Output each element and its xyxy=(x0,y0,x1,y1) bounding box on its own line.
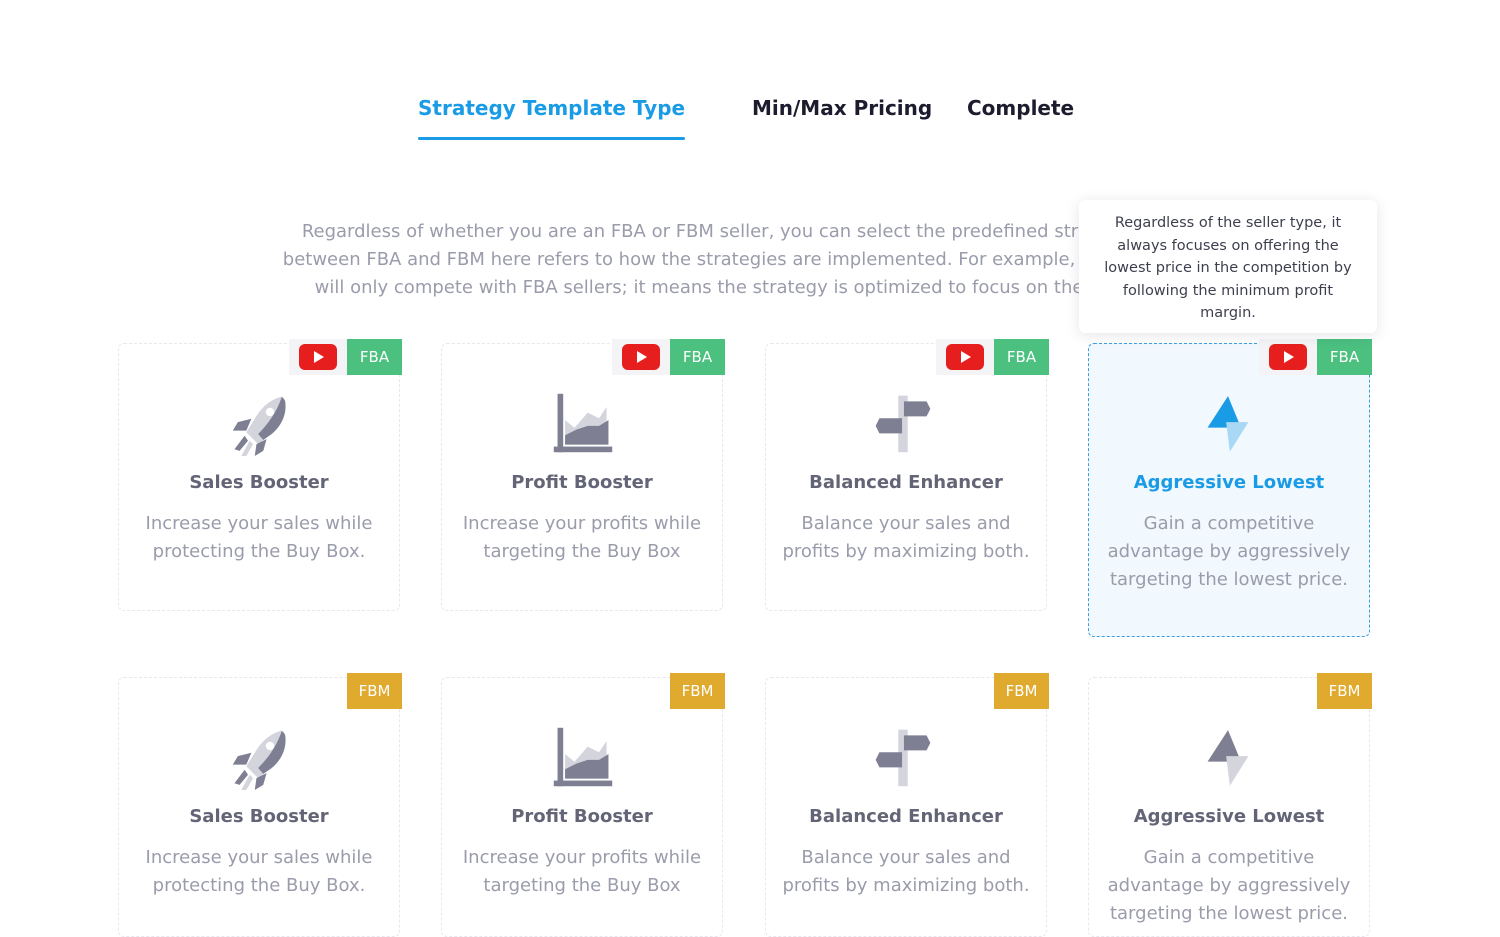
signpost-icon xyxy=(875,395,931,453)
tab-label: Strategy Template Type xyxy=(418,96,686,120)
strategy-card-sales-booster-fba[interactable]: FBA Sales Booster Increase your sales wh… xyxy=(118,339,402,611)
lightning-icon xyxy=(1207,730,1249,786)
strategy-card-profit-booster-fbm[interactable]: FBM Profit Booster Increase your profits… xyxy=(441,673,725,937)
strategy-card-balanced-enhancer-fbm[interactable]: FBM Balanced Enhancer Balance your sales… xyxy=(765,673,1049,937)
area-chart-icon xyxy=(553,727,613,787)
card-title: Profit Booster xyxy=(511,806,653,827)
card-title: Aggressive Lowest xyxy=(1133,472,1325,493)
rocket-icon xyxy=(232,730,286,790)
video-tutorial-button[interactable] xyxy=(1259,339,1317,375)
card-title: Sales Booster xyxy=(189,472,329,493)
fulfillment-badge: FBA xyxy=(347,339,402,375)
rocket-icon xyxy=(232,396,286,456)
card-title: Balanced Enhancer xyxy=(809,806,1003,827)
card-description: Increase your sales while protecting the… xyxy=(145,513,373,562)
card-title: Sales Booster xyxy=(189,806,329,827)
area-chart-icon xyxy=(553,393,613,453)
fulfillment-badge: FBM xyxy=(347,673,402,709)
fulfillment-badge: FBM xyxy=(670,673,725,709)
card-title: Profit Booster xyxy=(511,472,653,493)
step-tabs: Strategy Template Type Min/Max Pricing C… xyxy=(0,96,1500,146)
tab-min-max-pricing[interactable]: Min/Max Pricing xyxy=(752,96,932,130)
card-description: Gain a competitive advantage by aggressi… xyxy=(1107,847,1351,924)
youtube-icon xyxy=(946,344,984,370)
tab-label: Min/Max Pricing xyxy=(752,96,933,120)
tab-complete[interactable]: Complete xyxy=(967,96,1074,130)
card-title: Aggressive Lowest xyxy=(1133,806,1325,827)
fulfillment-badge: FBM xyxy=(1317,673,1372,709)
fulfillment-badge: FBA xyxy=(994,339,1049,375)
strategy-card-aggressive-lowest-fbm[interactable]: FBM Aggressive Lowest Gain a competitive… xyxy=(1088,673,1372,937)
strategy-card-balanced-enhancer-fba[interactable]: FBA Balanced Enhancer Balance your sales… xyxy=(765,339,1049,611)
strategy-card-aggressive-lowest-fba[interactable]: FBA Aggressive Lowest Gain a competitive… xyxy=(1088,339,1372,637)
lightning-icon xyxy=(1207,396,1249,452)
youtube-icon xyxy=(299,344,337,370)
fulfillment-badge: FBA xyxy=(1317,339,1372,375)
tab-label: Complete xyxy=(967,96,1075,120)
card-description: Increase your sales while protecting the… xyxy=(145,847,373,896)
card-description: Balance your sales and profits by maximi… xyxy=(782,513,1030,562)
youtube-icon xyxy=(622,344,660,370)
card-description: Balance your sales and profits by maximi… xyxy=(782,847,1030,896)
video-tutorial-button[interactable] xyxy=(936,339,994,375)
active-tab-indicator xyxy=(418,137,686,140)
strategy-card-sales-booster-fbm[interactable]: FBM Sales Booster Increase your sales wh… xyxy=(118,673,402,937)
video-tutorial-button[interactable] xyxy=(612,339,670,375)
fulfillment-badge: FBA xyxy=(670,339,725,375)
tab-strategy-template-type[interactable]: Strategy Template Type xyxy=(418,96,686,140)
card-description: Increase your profits while targeting th… xyxy=(462,847,702,896)
signpost-icon xyxy=(875,729,931,787)
video-tutorial-button[interactable] xyxy=(289,339,347,375)
fulfillment-badge: FBM xyxy=(994,673,1049,709)
card-description: Increase your profits while targeting th… xyxy=(462,513,702,562)
card-description: Gain a competitive advantage by aggressi… xyxy=(1107,513,1351,590)
card-title: Balanced Enhancer xyxy=(809,472,1003,493)
strategy-tooltip: Regardless of the seller type, it always… xyxy=(1079,200,1377,333)
strategy-card-profit-booster-fba[interactable]: FBA Profit Booster Increase your profits… xyxy=(441,339,725,611)
youtube-icon xyxy=(1269,344,1307,370)
